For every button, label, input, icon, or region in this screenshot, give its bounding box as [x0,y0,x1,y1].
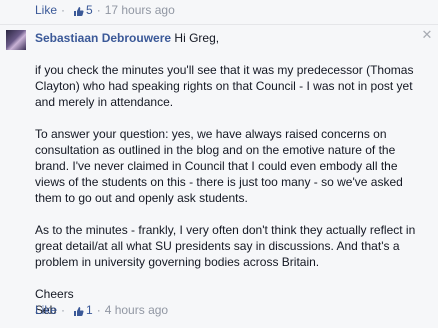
comment-timestamp[interactable]: 4 hours ago [105,303,168,317]
close-icon[interactable]: ✕ [421,28,433,41]
comment-actions: Like · 1 · 4 hours ago [35,303,168,317]
comment-first-line: Sebastiaan Debrouwere Hi Greg, [35,30,418,46]
author-name[interactable]: Sebastiaan Debrouwere [35,31,171,45]
comment-body: Sebastiaan Debrouwere Hi Greg, if you ch… [35,30,418,318]
comment-actions-previous: Like · 5 · 17 hours ago [35,3,175,17]
greeting: Hi Greg, [174,31,220,45]
like-link[interactable]: Like [35,3,57,17]
avatar[interactable] [6,30,26,50]
closing: Cheers [35,287,74,301]
separator-dot: · [61,303,66,317]
like-link[interactable]: Like [35,303,57,317]
thumbs-up-icon[interactable] [73,6,84,17]
like-count[interactable]: 5 [86,3,93,17]
comment-paragraph: if you check the minutes you'll see that… [35,63,414,109]
separator-dot: · [96,3,101,17]
comment-paragraph: To answer your question: yes, we have al… [35,127,403,205]
like-count[interactable]: 1 [86,303,93,317]
separator-dot: · [96,303,101,317]
comment-timestamp[interactable]: 17 hours ago [105,3,175,17]
comment-divider [0,24,438,25]
comment-paragraph: As to the minutes - frankly, I very ofte… [35,223,416,269]
thumbs-up-icon[interactable] [73,306,84,317]
separator-dot: · [61,3,66,17]
